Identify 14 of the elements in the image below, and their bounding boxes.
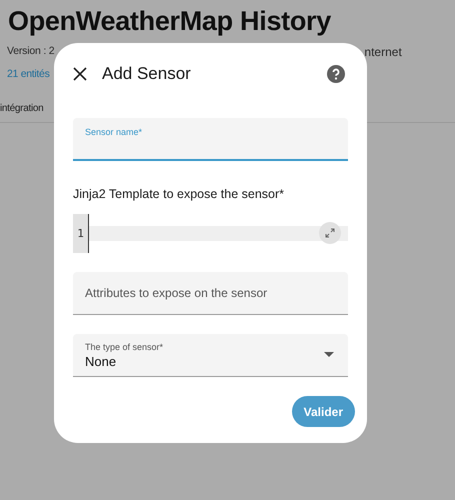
page-title: OpenWeatherMap History [7,5,332,37]
line-number: 1 [73,214,89,253]
close-icon[interactable] [73,67,87,81]
expand-button[interactable] [319,222,341,244]
expand-icon [325,228,335,238]
version-text: Version : 2 [7,45,54,59]
text-field[interactable]: Attributes to expose on the sensor [73,272,348,315]
tab-label[interactable]: intégration [0,103,44,114]
help-icon[interactable] [327,65,345,83]
connection-text: nternet [364,45,402,59]
sensor-type-select[interactable]: The type of sensor* None [73,334,348,377]
dialog-title: Add Sensor [102,64,192,84]
template-label: Jinja2 Template to expose the sensor* [73,187,284,201]
caret-icon [324,352,334,358]
